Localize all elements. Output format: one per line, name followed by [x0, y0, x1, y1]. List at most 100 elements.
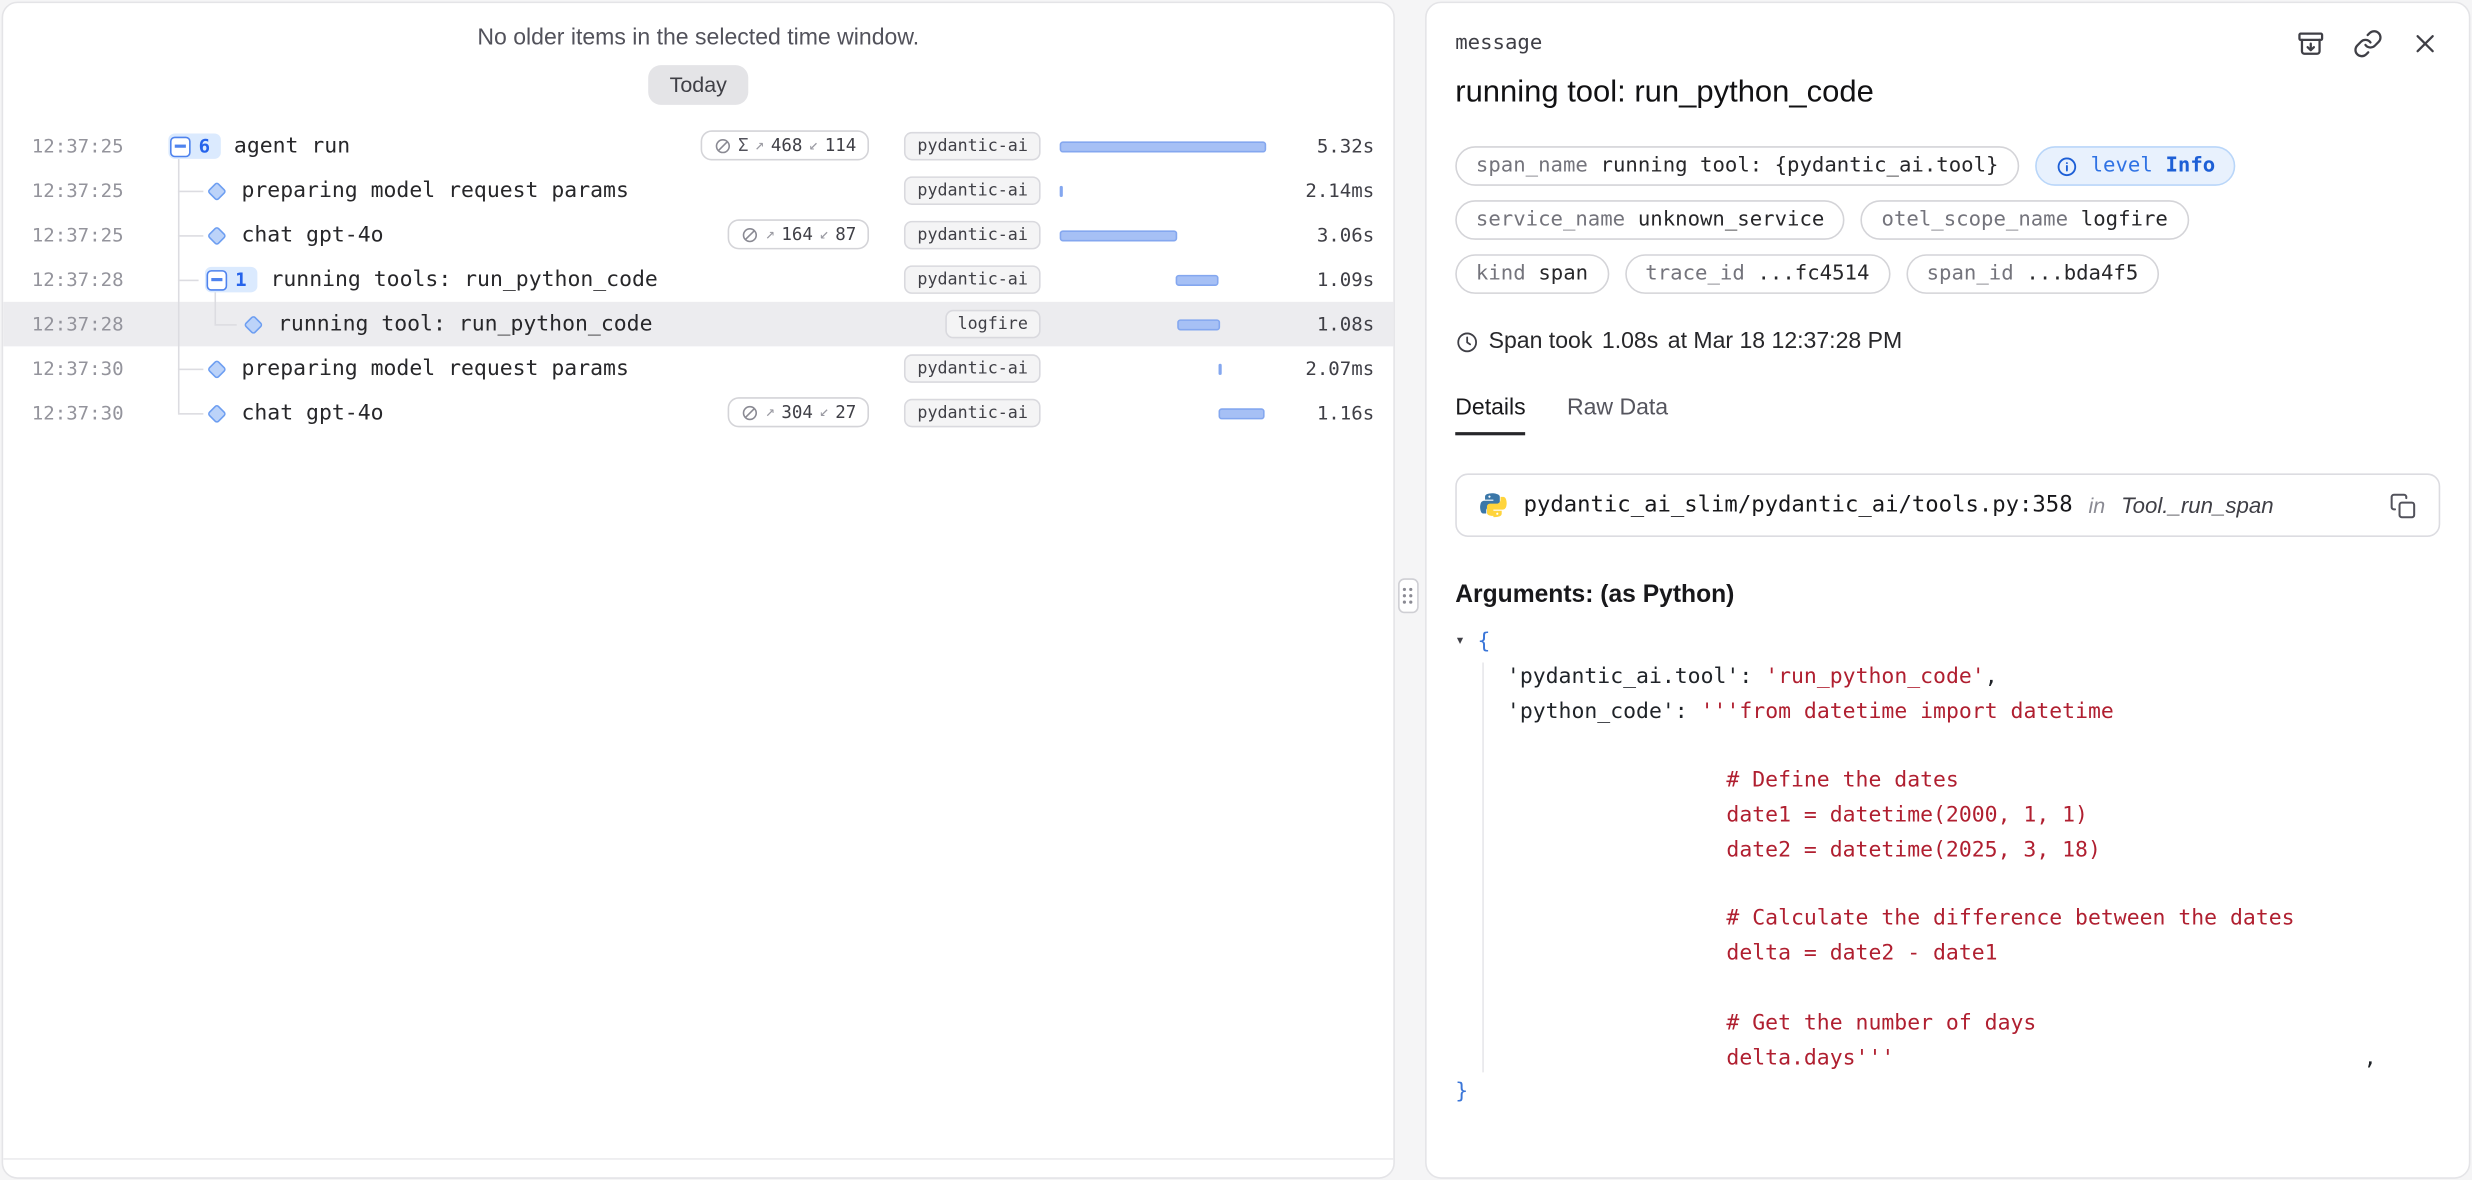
tree-connector-line	[178, 235, 203, 237]
code-line: delta.days''',	[1455, 1041, 2440, 1076]
output-tokens-count: 114	[825, 135, 857, 156]
code-line: }	[1455, 1076, 2440, 1111]
row-duration: 2.14ms	[1282, 180, 1374, 202]
span-took-duration: 1.08s	[1602, 329, 1658, 354]
scope-tag-cell: pydantic-ai	[888, 354, 1041, 383]
collapse-toggle[interactable]: 1	[205, 267, 258, 292]
row-duration: 1.08s	[1282, 313, 1374, 335]
arguments-heading: Arguments: (as Python)	[1455, 581, 2440, 610]
code-line: # Get the number of days	[1455, 1007, 2440, 1042]
span-took-suffix: at Mar 18 12:37:28 PM	[1668, 329, 1902, 354]
output-tokens-count: 87	[835, 224, 856, 245]
input-tokens-count: 468	[771, 135, 803, 156]
code-location-scope: Tool._run_span	[2121, 492, 2274, 517]
span-diamond-icon	[207, 403, 227, 423]
row-timestamp: 12:37:30	[32, 402, 130, 424]
timeline-bar	[1060, 230, 1178, 241]
row-duration: 2.07ms	[1282, 357, 1374, 379]
span-name: chat gpt-4o	[241, 222, 383, 247]
scope-tag-cell: pydantic-ai	[888, 132, 1041, 161]
timeline-track	[1060, 139, 1267, 153]
code-line: 'python_code': '''from datetime import d…	[1455, 695, 2440, 730]
token-badge: ↗164↙87	[727, 220, 869, 250]
input-tokens-arrow-icon: ↗	[765, 404, 775, 421]
archive-icon[interactable]	[2296, 29, 2326, 59]
scope-tag: pydantic-ai	[905, 221, 1041, 250]
span-name: running tool: run_python_code	[278, 311, 652, 336]
span-name: preparing model request params	[241, 178, 628, 203]
attr-key: level	[2091, 154, 2153, 178]
code-line: # Calculate the difference between the d…	[1455, 903, 2440, 938]
trace-row[interactable]: 12:37:25 preparing model request params py…	[3, 168, 1393, 212]
span-diamond-icon	[207, 181, 227, 201]
code-line: date2 = datetime(2025, 3, 18)	[1455, 834, 2440, 869]
tree-connector-line	[178, 369, 203, 371]
token-badge: ↗304↙27	[727, 398, 869, 428]
input-tokens-arrow-icon: ↗	[765, 226, 775, 243]
trace-row[interactable]: 12:37:25 chat gpt-4o ↗164↙87 pydantic-ai 3.0…	[3, 213, 1393, 257]
trace-row[interactable]: 12:37:28running tool: run_python_codelog…	[3, 302, 1393, 346]
child-count: 1	[235, 268, 246, 290]
timeline-track	[1060, 228, 1267, 242]
row-tree-cell: running tool: run_python_code	[241, 311, 652, 336]
tab-raw-data[interactable]: Raw Data	[1567, 396, 1668, 436]
code-line: date1 = datetime(2000, 1, 1)	[1455, 799, 2440, 834]
code-line: delta = date2 - date1	[1455, 938, 2440, 973]
scope-tag-cell: pydantic-ai	[888, 399, 1041, 428]
span-title: running tool: run_python_code	[1455, 75, 2440, 112]
close-icon[interactable]	[2410, 29, 2440, 59]
badge-cell: ↗304↙27	[727, 398, 869, 429]
attr-pills-row: kindspantrace_id...fc4514span_id...bda4f…	[1455, 254, 2440, 294]
timeline-bar	[1219, 408, 1264, 419]
scope-tag: pydantic-ai	[905, 132, 1041, 161]
row-duration: 3.06s	[1282, 224, 1374, 246]
row-tree-cell: chat gpt-4o	[205, 400, 384, 425]
copy-button[interactable]	[2389, 492, 2416, 519]
attr-pills: span_namerunning tool: {pydantic_ai.tool…	[1455, 146, 2440, 294]
link-icon[interactable]	[2353, 29, 2383, 59]
detail-tabs: Details Raw Data	[1455, 396, 2440, 436]
attr-value: span	[1538, 262, 1588, 286]
timeline-bar	[1219, 363, 1222, 374]
today-button[interactable]: Today	[649, 65, 748, 105]
timeline-track	[1060, 406, 1267, 420]
trace-row[interactable]: 12:37:30 preparing model request params py…	[3, 346, 1393, 390]
child-count: 6	[199, 135, 210, 157]
code-line	[1455, 868, 2440, 903]
row-timestamp: 12:37:30	[32, 357, 130, 379]
code-line	[1455, 972, 2440, 1007]
attr-pill: levelInfo	[2035, 146, 2236, 186]
tree-connector-line	[178, 413, 203, 415]
tokens-icon	[740, 225, 759, 244]
span-duration-line: Span took 1.08s at Mar 18 12:37:28 PM	[1455, 329, 2440, 354]
trace-row[interactable]: 12:37:256agent runΣ↗468↙114pydantic-ai5.…	[3, 124, 1393, 168]
tab-details[interactable]: Details	[1455, 396, 1525, 436]
attr-value: unknown_service	[1638, 208, 1825, 232]
timeline-bar	[1060, 185, 1063, 196]
trace-rows: 12:37:256agent runΣ↗468↙114pydantic-ai5.…	[3, 124, 1393, 435]
attr-key: trace_id	[1645, 262, 1744, 286]
collapse-caret-icon[interactable]: ▾	[1455, 624, 1477, 659]
row-duration: 1.16s	[1282, 402, 1374, 424]
trace-row[interactable]: 12:37:281running tools: run_python_codep…	[3, 257, 1393, 301]
scope-tag: pydantic-ai	[905, 265, 1041, 294]
row-tree-cell: preparing model request params	[205, 178, 629, 203]
row-timestamp: 12:37:25	[32, 224, 130, 246]
trace-row[interactable]: 12:37:30 chat gpt-4o ↗304↙27 pydantic-ai 1.1…	[3, 391, 1393, 435]
span-name: preparing model request params	[241, 356, 628, 381]
sum-icon: Σ	[738, 135, 749, 156]
row-timestamp: 12:37:25	[32, 180, 130, 202]
panel-footer-divider	[3, 1158, 1393, 1160]
output-tokens-count: 27	[835, 402, 856, 423]
attr-key: kind	[1476, 262, 1526, 286]
collapse-toggle[interactable]: 6	[168, 133, 221, 158]
panel-resize-handle[interactable]	[1398, 578, 1419, 613]
span-name: chat gpt-4o	[241, 400, 383, 425]
tokens-icon	[713, 136, 732, 155]
timeline-track	[1060, 272, 1267, 286]
attr-key: span_name	[1476, 154, 1588, 178]
scope-tag-cell: pydantic-ai	[888, 176, 1041, 205]
timeline-bar	[1060, 141, 1267, 152]
input-tokens-arrow-icon: ↗	[755, 137, 765, 154]
span-diamond-icon	[207, 225, 227, 245]
